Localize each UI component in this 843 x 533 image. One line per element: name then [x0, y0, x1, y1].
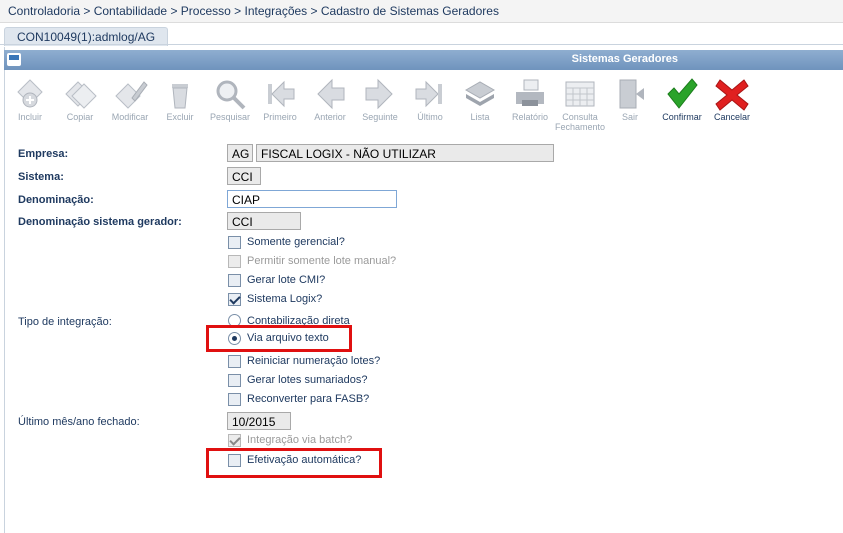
window-icon[interactable]: [7, 53, 21, 66]
toolbar-excluir-button: Excluir: [154, 72, 206, 130]
reiniciar-numeracao-label: Reiniciar numeração lotes?: [247, 355, 381, 367]
somente-gerencial-label: Somente gerencial?: [247, 236, 345, 248]
integracao-batch-checkbox[interactable]: [228, 434, 241, 447]
toolbar-anterior-button: Anterior: [304, 72, 356, 130]
reconverter-fasb-checkbox[interactable]: [228, 393, 241, 406]
copy-icon: [65, 81, 97, 109]
cancel-icon: [715, 79, 749, 111]
breadcrumb: Controladoria > Contabilidade > Processo…: [0, 0, 843, 23]
last-icon: [415, 80, 442, 108]
toolbar-cancelar-button[interactable]: Cancelar: [706, 72, 758, 130]
empresa-code-field[interactable]: AG: [227, 144, 253, 162]
toolbar-sair-button: Sair: [604, 72, 656, 130]
window-title: Sistemas Geradores: [571, 53, 678, 65]
tab-bar: CON10049(1):admlog/AG: [0, 23, 843, 46]
toolbar-pesquisar-button: Pesquisar: [204, 72, 256, 130]
integracao-batch-label: Integração via batch?: [247, 434, 353, 446]
somente-gerencial-checkbox[interactable]: [228, 236, 241, 249]
window-titlebar: Sistemas Geradores: [4, 50, 843, 70]
gerar-lotes-sumariados-label: Gerar lotes sumariados?: [247, 374, 368, 386]
ultimo-mes-label: Último mês/ano fechado:: [18, 416, 140, 428]
list-icon: [464, 81, 496, 106]
toolbar-ultimo-button: Último: [404, 72, 456, 130]
gerar-lote-cmi-label: Gerar lote CMI?: [247, 274, 326, 286]
empresa-name-field: FISCAL LOGIX - NÃO UTILIZAR: [256, 144, 554, 162]
sistema-field[interactable]: CCI: [227, 167, 261, 185]
gerar-lotes-sumariados-checkbox[interactable]: [228, 374, 241, 387]
check-icon: [667, 78, 698, 109]
denominacao-gerador-field[interactable]: CCI: [227, 212, 301, 230]
calendar-icon: [565, 81, 595, 107]
toolbar-modificar-button: Modificar: [104, 72, 156, 130]
permitir-lote-manual-checkbox[interactable]: [228, 255, 241, 268]
highlight-efetivacao-automatica: [206, 448, 382, 478]
gerar-lote-cmi-checkbox[interactable]: [228, 274, 241, 287]
trash-icon: [172, 84, 188, 109]
reiniciar-numeracao-checkbox[interactable]: [228, 355, 241, 368]
tab-divider: [0, 44, 843, 45]
toolbar-incluir-button: Incluir: [4, 72, 56, 130]
toolbar-consulta-fechamento-button: Consulta Fechamento: [554, 72, 606, 132]
toolbar-relatorio-button: Relatório: [504, 72, 556, 130]
reconverter-fasb-label: Reconverter para FASB?: [247, 393, 370, 405]
toolbar-copiar-button: Copiar: [54, 72, 106, 130]
denominacao-field[interactable]: CIAP: [227, 190, 397, 208]
highlight-via-arquivo-texto: [206, 325, 352, 352]
toolbar-seguinte-button: Seguinte: [354, 72, 406, 130]
edit-icon: [115, 81, 148, 109]
sistema-logix-label: Sistema Logix?: [247, 293, 323, 305]
sistema-logix-checkbox[interactable]: [228, 293, 241, 306]
exit-icon: [619, 79, 644, 109]
toolbar: Incluir Copiar Modificar Excluir Pesquis…: [4, 72, 843, 132]
permitir-lote-manual-label: Permitir somente lote manual?: [247, 255, 397, 267]
tipo-integracao-label: Tipo de integração:: [18, 316, 112, 328]
add-icon: [17, 79, 43, 108]
ultimo-mes-field[interactable]: 10/2015: [227, 412, 291, 430]
breadcrumb-text: Controladoria > Contabilidade > Processo…: [8, 4, 499, 18]
toolbar-primeiro-button: Primeiro: [254, 72, 306, 130]
empresa-label: Empresa:: [18, 148, 69, 160]
first-icon: [268, 80, 295, 108]
denominacao-label: Denominação:: [18, 194, 94, 206]
search-icon: [216, 80, 246, 110]
printer-icon: [516, 79, 544, 106]
toolbar-lista-button: Lista: [454, 72, 506, 130]
next-icon: [365, 78, 393, 110]
denominacao-gerador-label: Denominação sistema gerador:: [18, 216, 182, 228]
sistema-label: Sistema:: [18, 171, 64, 183]
previous-icon: [317, 78, 345, 110]
toolbar-confirmar-button[interactable]: Confirmar: [656, 72, 708, 130]
